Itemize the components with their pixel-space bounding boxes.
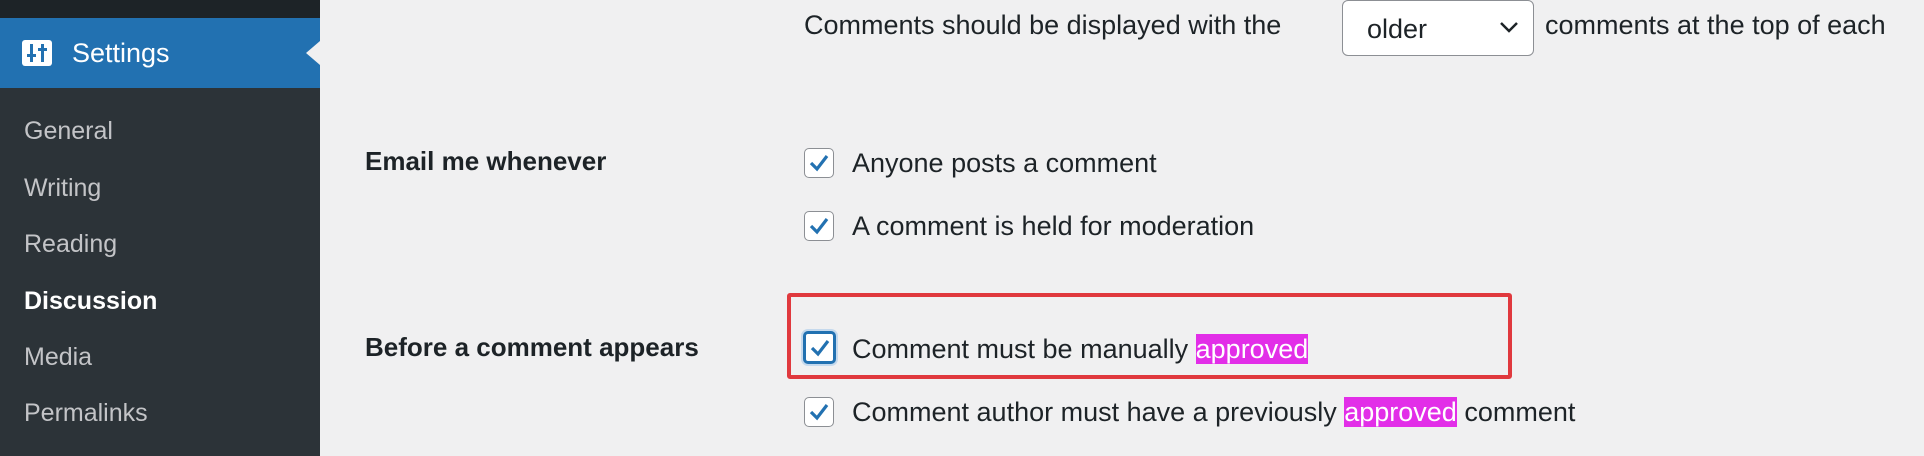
comment-order-select[interactable]: older (1342, 0, 1534, 56)
highlighted-word: approved (1195, 334, 1309, 364)
checkbox-manual-approval[interactable] (803, 331, 836, 364)
submenu-media[interactable]: Media (24, 343, 92, 372)
highlighted-word: approved (1344, 397, 1457, 427)
settings-sliders-icon (22, 40, 52, 66)
option-held-for-moderation: A comment is held for moderation (852, 211, 1255, 241)
option-manual-approval: Comment must be manually approved (852, 334, 1309, 364)
checkbox-anyone-posts[interactable] (804, 148, 834, 178)
email-me-label: Email me whenever (365, 146, 607, 176)
current-menu-indicator (306, 41, 320, 65)
option-previously-approved: Comment author must have a previously ap… (852, 397, 1576, 427)
checkbox-held-for-moderation[interactable] (804, 211, 834, 241)
chevron-down-icon (1497, 17, 1521, 37)
submenu-reading[interactable]: Reading (24, 230, 117, 259)
comment-order-selected: older (1367, 14, 1428, 44)
admin-sidebar: Settings General Writing Reading Discuss… (0, 0, 320, 456)
submenu-writing[interactable]: Writing (24, 174, 101, 203)
menu-settings-label: Settings (72, 38, 170, 68)
option-anyone-posts: Anyone posts a comment (852, 148, 1157, 178)
comment-order-prefix: Comments should be displayed with the (804, 10, 1282, 40)
menu-settings[interactable]: Settings (0, 18, 320, 88)
checkbox-previously-approved[interactable] (804, 397, 834, 427)
submenu-discussion[interactable]: Discussion (24, 287, 157, 316)
submenu-general[interactable]: General (24, 117, 113, 146)
sidebar-top-strip (0, 0, 320, 18)
submenu-permalinks[interactable]: Permalinks (24, 399, 148, 428)
comment-order-suffix: comments at the top of each (1545, 10, 1886, 40)
before-comment-label: Before a comment appears (365, 332, 699, 362)
